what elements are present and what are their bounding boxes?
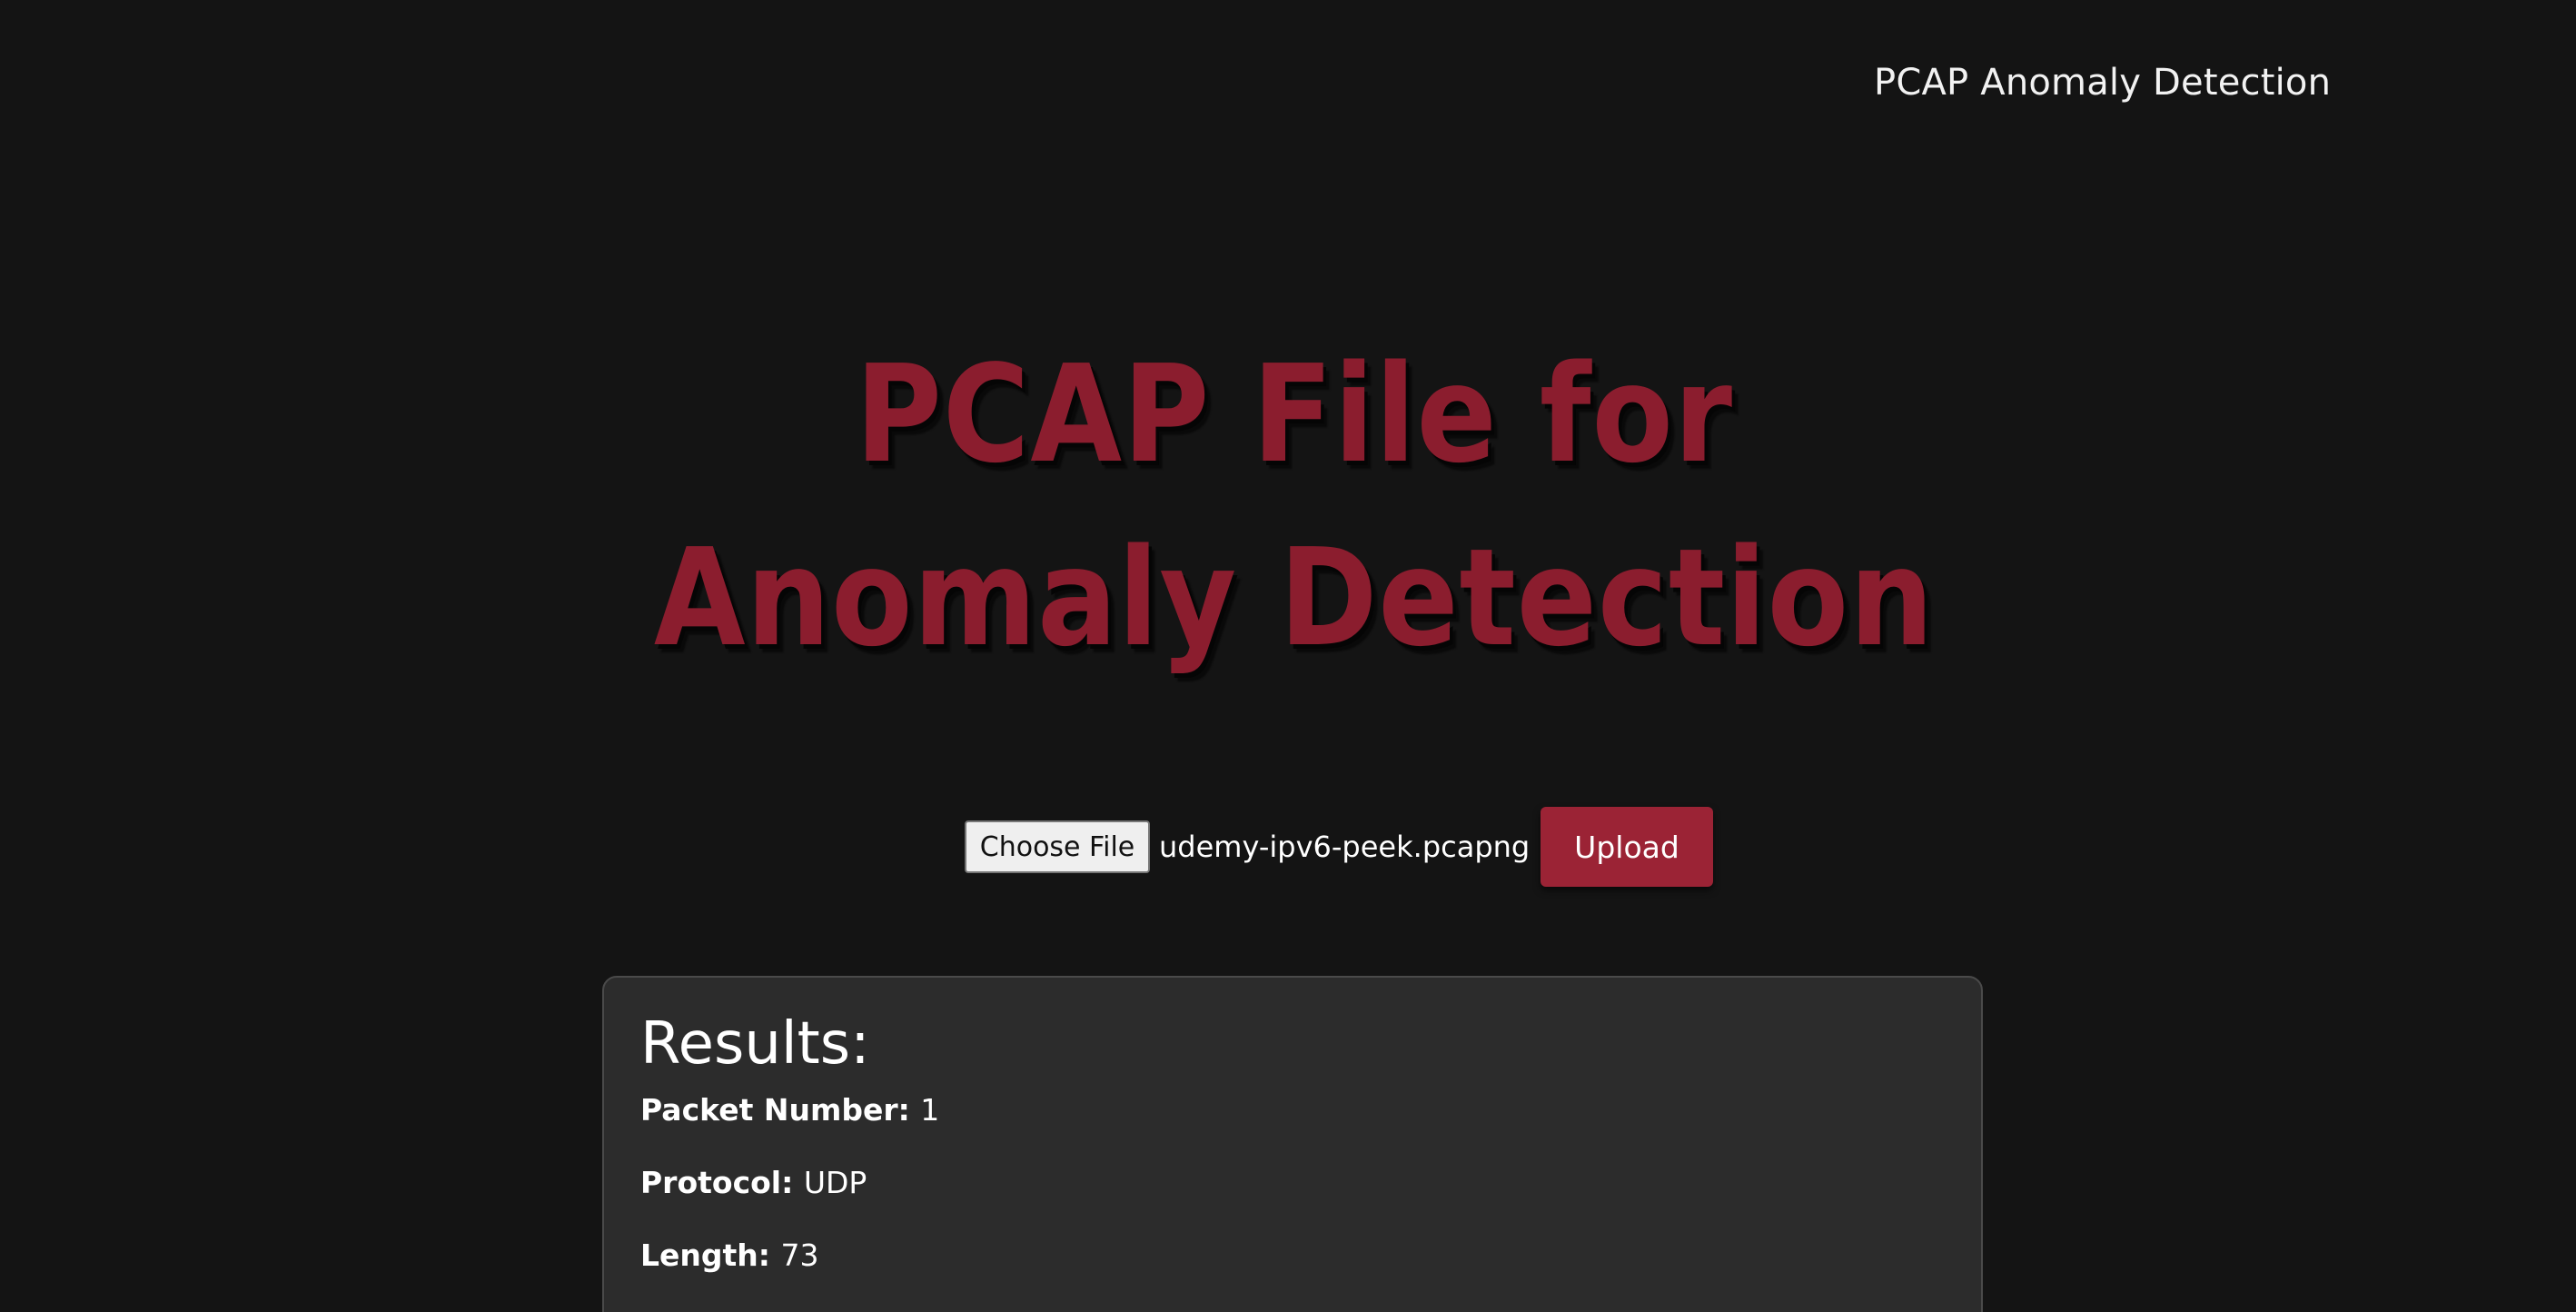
selected-file-name: udemy-ipv6-peek.pcapng xyxy=(1159,830,1531,864)
upload-form: Choose File udemy-ipv6-peek.pcapng Uploa… xyxy=(965,805,1713,889)
result-value: UDP xyxy=(803,1165,867,1200)
result-length: Length: 73 xyxy=(640,1237,1945,1274)
result-value: 73 xyxy=(780,1237,819,1273)
results-panel: Results: Packet Number: 1 Protocol: UDP … xyxy=(602,976,1983,1312)
result-value: 1 xyxy=(920,1092,940,1128)
result-packet-number: Packet Number: 1 xyxy=(640,1092,1945,1128)
result-label: Protocol: xyxy=(640,1165,804,1200)
hero-line-1: PCAP File for xyxy=(855,336,1733,492)
choose-file-button[interactable]: Choose File xyxy=(965,820,1150,873)
result-protocol: Protocol: UDP xyxy=(640,1165,1945,1201)
hero-line-2: Anomaly Detection xyxy=(653,520,1935,676)
nav-app-title[interactable]: PCAP Anomaly Detection xyxy=(1874,62,2331,104)
hero-heading: PCAP File for Anomaly Detection xyxy=(161,323,2428,690)
result-label: Packet Number: xyxy=(640,1092,921,1128)
results-title: Results: xyxy=(640,1010,870,1078)
upload-button[interactable]: Upload xyxy=(1541,807,1713,887)
page: PCAP Anomaly Detection PCAP File for Ano… xyxy=(0,0,2576,1312)
result-label: Length: xyxy=(640,1237,781,1273)
